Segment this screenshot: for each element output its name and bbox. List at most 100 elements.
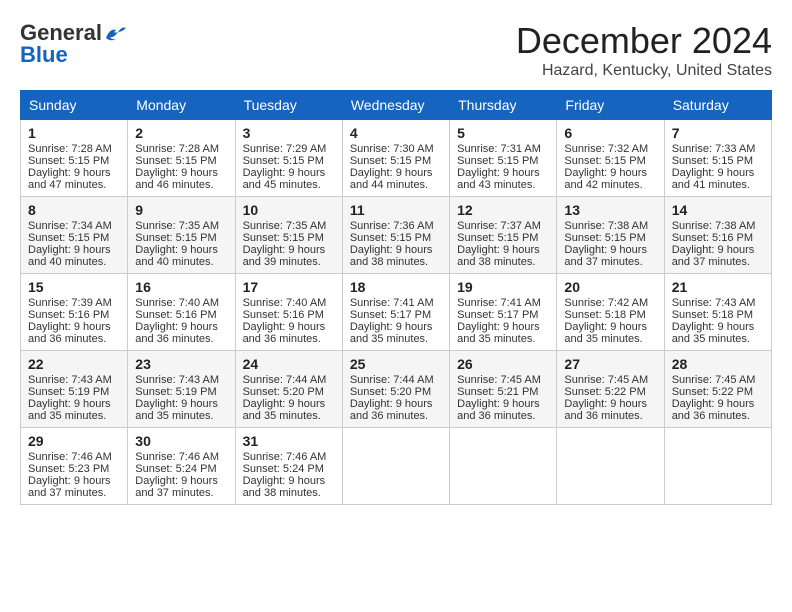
calendar-header-friday: Friday	[557, 91, 664, 120]
sunrise-label: Sunrise: 7:29 AM	[243, 143, 327, 155]
daylight-label: Daylight: 9 hours and 40 minutes.	[135, 244, 218, 268]
calendar-header-saturday: Saturday	[664, 91, 771, 120]
sunset-label: Sunset: 5:20 PM	[243, 386, 324, 398]
sunrise-label: Sunrise: 7:32 AM	[564, 143, 648, 155]
day-number: 28	[672, 356, 764, 372]
sunset-label: Sunset: 5:18 PM	[672, 309, 753, 321]
daylight-label: Daylight: 9 hours and 35 minutes.	[28, 398, 111, 422]
sunrise-label: Sunrise: 7:46 AM	[243, 451, 327, 463]
daylight-label: Daylight: 9 hours and 35 minutes.	[135, 398, 218, 422]
month-title: December 2024	[516, 20, 772, 62]
table-row: 11 Sunrise: 7:36 AM Sunset: 5:15 PM Dayl…	[342, 197, 449, 274]
daylight-label: Daylight: 9 hours and 42 minutes.	[564, 167, 647, 191]
table-row: 25 Sunrise: 7:44 AM Sunset: 5:20 PM Dayl…	[342, 351, 449, 428]
table-row: 8 Sunrise: 7:34 AM Sunset: 5:15 PM Dayli…	[21, 197, 128, 274]
day-number: 30	[135, 433, 227, 449]
table-row	[342, 428, 449, 505]
sunset-label: Sunset: 5:19 PM	[135, 386, 216, 398]
day-number: 20	[564, 279, 656, 295]
sunset-label: Sunset: 5:24 PM	[135, 463, 216, 475]
table-row: 28 Sunrise: 7:45 AM Sunset: 5:22 PM Dayl…	[664, 351, 771, 428]
sunset-label: Sunset: 5:15 PM	[457, 155, 538, 167]
sunrise-label: Sunrise: 7:28 AM	[135, 143, 219, 155]
calendar-header-monday: Monday	[128, 91, 235, 120]
table-row: 19 Sunrise: 7:41 AM Sunset: 5:17 PM Dayl…	[450, 274, 557, 351]
daylight-label: Daylight: 9 hours and 38 minutes.	[457, 244, 540, 268]
sunset-label: Sunset: 5:24 PM	[243, 463, 324, 475]
daylight-label: Daylight: 9 hours and 39 minutes.	[243, 244, 326, 268]
day-number: 2	[135, 125, 227, 141]
daylight-label: Daylight: 9 hours and 35 minutes.	[672, 321, 755, 345]
page-header: General Blue December 2024 Hazard, Kentu…	[20, 20, 772, 80]
sunrise-label: Sunrise: 7:38 AM	[672, 220, 756, 232]
daylight-label: Daylight: 9 hours and 38 minutes.	[243, 475, 326, 499]
table-row	[450, 428, 557, 505]
sunset-label: Sunset: 5:20 PM	[350, 386, 431, 398]
sunset-label: Sunset: 5:18 PM	[564, 309, 645, 321]
sunrise-label: Sunrise: 7:46 AM	[135, 451, 219, 463]
sunrise-label: Sunrise: 7:45 AM	[457, 374, 541, 386]
sunrise-label: Sunrise: 7:43 AM	[135, 374, 219, 386]
day-number: 23	[135, 356, 227, 372]
table-row: 2 Sunrise: 7:28 AM Sunset: 5:15 PM Dayli…	[128, 120, 235, 197]
day-number: 18	[350, 279, 442, 295]
day-number: 22	[28, 356, 120, 372]
sunset-label: Sunset: 5:21 PM	[457, 386, 538, 398]
sunset-label: Sunset: 5:15 PM	[135, 232, 216, 244]
title-block: December 2024 Hazard, Kentucky, United S…	[516, 20, 772, 80]
sunrise-label: Sunrise: 7:34 AM	[28, 220, 112, 232]
daylight-label: Daylight: 9 hours and 36 minutes.	[135, 321, 218, 345]
daylight-label: Daylight: 9 hours and 36 minutes.	[243, 321, 326, 345]
table-row: 22 Sunrise: 7:43 AM Sunset: 5:19 PM Dayl…	[21, 351, 128, 428]
sunrise-label: Sunrise: 7:45 AM	[564, 374, 648, 386]
sunrise-label: Sunrise: 7:39 AM	[28, 297, 112, 309]
day-number: 9	[135, 202, 227, 218]
day-number: 3	[243, 125, 335, 141]
sunrise-label: Sunrise: 7:28 AM	[28, 143, 112, 155]
table-row: 31 Sunrise: 7:46 AM Sunset: 5:24 PM Dayl…	[235, 428, 342, 505]
table-row: 14 Sunrise: 7:38 AM Sunset: 5:16 PM Dayl…	[664, 197, 771, 274]
day-number: 13	[564, 202, 656, 218]
table-row: 20 Sunrise: 7:42 AM Sunset: 5:18 PM Dayl…	[557, 274, 664, 351]
sunset-label: Sunset: 5:15 PM	[457, 232, 538, 244]
sunset-label: Sunset: 5:16 PM	[28, 309, 109, 321]
day-number: 29	[28, 433, 120, 449]
daylight-label: Daylight: 9 hours and 37 minutes.	[28, 475, 111, 499]
location: Hazard, Kentucky, United States	[516, 62, 772, 80]
table-row: 6 Sunrise: 7:32 AM Sunset: 5:15 PM Dayli…	[557, 120, 664, 197]
day-number: 10	[243, 202, 335, 218]
calendar-week-3: 15 Sunrise: 7:39 AM Sunset: 5:16 PM Dayl…	[21, 274, 772, 351]
table-row: 3 Sunrise: 7:29 AM Sunset: 5:15 PM Dayli…	[235, 120, 342, 197]
sunrise-label: Sunrise: 7:31 AM	[457, 143, 541, 155]
sunset-label: Sunset: 5:22 PM	[564, 386, 645, 398]
day-number: 26	[457, 356, 549, 372]
daylight-label: Daylight: 9 hours and 37 minutes.	[564, 244, 647, 268]
sunrise-label: Sunrise: 7:43 AM	[28, 374, 112, 386]
calendar-header-tuesday: Tuesday	[235, 91, 342, 120]
daylight-label: Daylight: 9 hours and 43 minutes.	[457, 167, 540, 191]
daylight-label: Daylight: 9 hours and 36 minutes.	[457, 398, 540, 422]
sunrise-label: Sunrise: 7:45 AM	[672, 374, 756, 386]
daylight-label: Daylight: 9 hours and 38 minutes.	[350, 244, 433, 268]
sunrise-label: Sunrise: 7:41 AM	[457, 297, 541, 309]
sunrise-label: Sunrise: 7:37 AM	[457, 220, 541, 232]
sunrise-label: Sunrise: 7:38 AM	[564, 220, 648, 232]
calendar-header-row: SundayMondayTuesdayWednesdayThursdayFrid…	[21, 91, 772, 120]
sunrise-label: Sunrise: 7:43 AM	[672, 297, 756, 309]
sunrise-label: Sunrise: 7:44 AM	[350, 374, 434, 386]
day-number: 21	[672, 279, 764, 295]
table-row: 29 Sunrise: 7:46 AM Sunset: 5:23 PM Dayl…	[21, 428, 128, 505]
table-row: 1 Sunrise: 7:28 AM Sunset: 5:15 PM Dayli…	[21, 120, 128, 197]
table-row: 18 Sunrise: 7:41 AM Sunset: 5:17 PM Dayl…	[342, 274, 449, 351]
table-row: 15 Sunrise: 7:39 AM Sunset: 5:16 PM Dayl…	[21, 274, 128, 351]
daylight-label: Daylight: 9 hours and 40 minutes.	[28, 244, 111, 268]
logo: General Blue	[20, 20, 126, 68]
daylight-label: Daylight: 9 hours and 44 minutes.	[350, 167, 433, 191]
sunset-label: Sunset: 5:15 PM	[672, 155, 753, 167]
day-number: 27	[564, 356, 656, 372]
sunset-label: Sunset: 5:16 PM	[243, 309, 324, 321]
day-number: 25	[350, 356, 442, 372]
calendar-week-2: 8 Sunrise: 7:34 AM Sunset: 5:15 PM Dayli…	[21, 197, 772, 274]
day-number: 6	[564, 125, 656, 141]
sunrise-label: Sunrise: 7:44 AM	[243, 374, 327, 386]
